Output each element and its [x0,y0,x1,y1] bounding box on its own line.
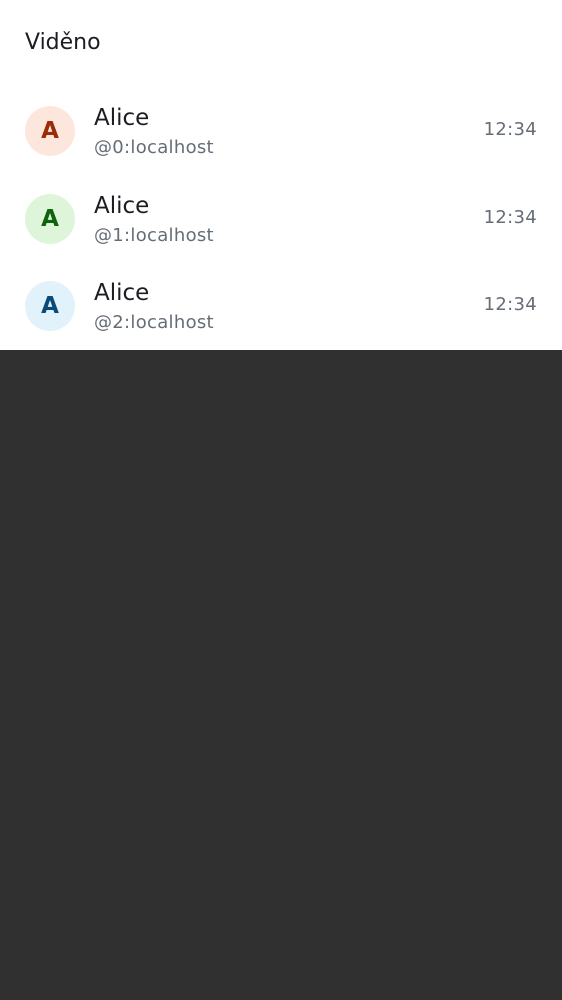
avatar: A [25,193,75,244]
receipt-time: 12:34 [483,206,537,228]
sheet-title: Viděno [25,30,101,55]
avatar: A [25,281,75,331]
user-id: @2:localhost [94,312,214,333]
receipt-time: 12:34 [483,119,537,140]
receipt-time: 12:34 [483,294,537,315]
receipt-row[interactable]: A Alice @0:localhost 12:34 [0,87,562,175]
user-display-name: Alice [94,280,150,306]
read-receipts-sheet: Viděno A Alice @0:localhost 12:34 A Alic… [0,0,562,350]
user-id: @1:localhost [94,224,214,246]
avatar: A [25,106,75,156]
user-id: @0:localhost [94,137,214,158]
dimmed-backdrop[interactable] [0,350,562,1000]
user-display-name: Alice [94,105,150,131]
user-display-name: Alice [94,192,150,219]
receipt-row[interactable]: A Alice @1:localhost 12:34 [0,175,562,263]
receipt-row[interactable]: A Alice @2:localhost 12:34 [0,262,562,350]
receipt-list: A Alice @0:localhost 12:34 A Alice @1:lo… [0,87,562,350]
